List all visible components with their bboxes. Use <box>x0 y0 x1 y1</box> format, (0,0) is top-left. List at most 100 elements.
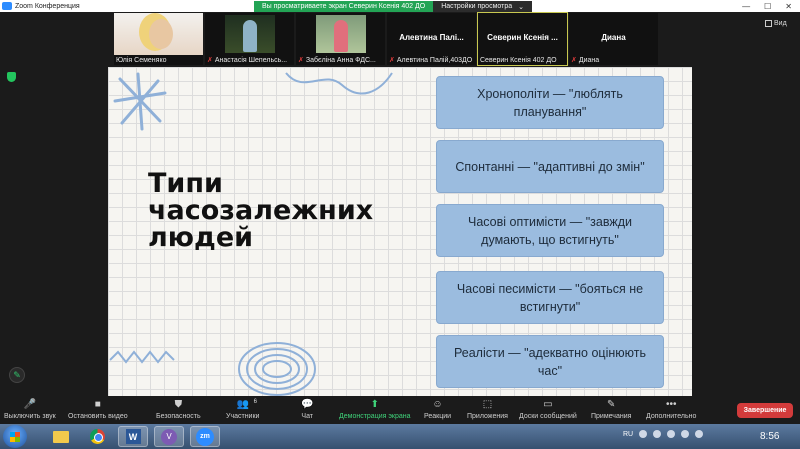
type-card: Спонтанні — "адаптивні до змін" <box>436 140 664 193</box>
close-icon[interactable]: ✕ <box>785 2 792 11</box>
mute-button[interactable]: 🎤 Выключить звук <box>4 397 56 424</box>
microphone-icon: 🎤 <box>23 399 37 410</box>
video-camera-icon: ■ <box>94 399 101 410</box>
share-screen-label: Демонстрация экрана <box>339 413 411 420</box>
type-card: Часові оптимісти — "завжди думають, що в… <box>436 204 664 257</box>
tray-app-icon[interactable] <box>653 430 662 438</box>
participant-video <box>316 15 366 53</box>
mic-muted-icon: ✗ <box>207 57 213 64</box>
participant-tile[interactable]: Диана ✗ Диана <box>569 13 658 65</box>
squiggle-decoration <box>285 72 393 95</box>
type-card: Реалісти — "адекватно оцінюють час" <box>436 335 664 388</box>
participants-label: Участники <box>226 413 260 420</box>
taskbar-viber[interactable]: V <box>154 426 184 447</box>
apps-label: Приложения <box>467 413 508 420</box>
encryption-shield-icon[interactable] <box>7 72 16 82</box>
participant-tile-active-speaker[interactable]: Северин Ксенія ... Северин Ксенія 402 ДО <box>477 12 568 66</box>
chrome-icon <box>89 429 105 444</box>
chat-label: Чат <box>301 413 314 420</box>
help-icon[interactable] <box>639 430 648 438</box>
participant-tile[interactable]: ✗ Забєліна Анна ФДС... <box>296 13 385 65</box>
share-screen-button[interactable]: ⬆ Демонстрация экрана <box>339 397 411 424</box>
participant-video <box>225 15 275 53</box>
security-button[interactable]: ⛊ Безопасность <box>156 397 201 424</box>
slide-title-line: людей <box>148 222 254 253</box>
minimize-icon[interactable]: — <box>742 2 750 11</box>
system-tray: RU <box>623 430 704 438</box>
participant-name: Северин Ксенія 402 ДО <box>480 57 557 64</box>
word-icon: W <box>125 429 141 444</box>
participants-button[interactable]: 👥 6 Участники <box>226 397 259 424</box>
whiteboards-button[interactable]: ▭ Доски сообщений <box>519 397 577 424</box>
annotate-pencil-icon[interactable]: ✎ <box>9 367 25 383</box>
participant-name: ✗ Диана <box>571 56 600 65</box>
whiteboard-icon: ▭ <box>543 399 553 410</box>
slide-title-line: Типи <box>148 168 223 199</box>
share-screen-icon: ⬆ <box>370 399 379 410</box>
notes-icon: ✎ <box>607 399 616 410</box>
taskbar-explorer[interactable] <box>46 426 76 447</box>
participants-icon: 👥 6 <box>237 397 257 410</box>
participants-count: 6 <box>253 399 257 405</box>
zigzag-decoration <box>109 350 175 364</box>
volume-icon[interactable] <box>695 430 704 438</box>
participant-name: ✗ Забєліна Анна ФДС... <box>298 56 376 65</box>
taskbar-clock[interactable]: 8:56 <box>760 431 779 442</box>
participant-tile[interactable]: Юлія Семеняко <box>114 13 203 65</box>
reactions-label: Реакции <box>424 413 452 420</box>
meeting-toolbar: 🎤 Выключить звук ■ Остановить видео ⛊ Бе… <box>0 397 800 424</box>
participant-tile[interactable]: Алевтина Палі... ✗ Алевтина Палій,403ДО <box>387 13 476 65</box>
folder-icon <box>53 430 69 443</box>
view-options-button[interactable]: Настройки просмотра ⌄ <box>433 1 532 12</box>
taskbar-zoom[interactable]: zm <box>190 426 220 447</box>
network-icon[interactable] <box>681 430 690 438</box>
zoom-icon: zm <box>196 427 214 446</box>
windows-taskbar: W V zm RU 8:56 <box>0 424 800 449</box>
window-controls: — ☐ ✕ <box>742 2 792 11</box>
more-button[interactable]: ••• Дополнительно <box>646 397 696 424</box>
more-dots-icon: ••• <box>665 399 677 410</box>
grid-icon <box>765 20 772 27</box>
view-options-label: Настройки просмотра <box>441 3 513 10</box>
taskbar-chrome[interactable] <box>82 426 112 447</box>
zoom-window: Zoom Конференция — ☐ ✕ Вы просматриваете… <box>0 0 800 449</box>
participant-name: ✗ Алевтина Палій,403ДО <box>389 56 473 65</box>
windows-logo-icon <box>10 432 20 442</box>
language-indicator[interactable]: RU <box>623 431 633 438</box>
viber-icon: V <box>161 428 177 445</box>
participant-display-name: Диана <box>601 33 626 42</box>
stop-video-button[interactable]: ■ Остановить видео <box>68 397 128 424</box>
participant-name: ✗ Анастасія Шепельсь... <box>207 56 288 65</box>
star-doodle-decoration <box>113 72 167 131</box>
reactions-button[interactable]: ☺ Реакции <box>424 397 451 424</box>
whiteboards-label: Доски сообщений <box>519 413 577 420</box>
stop-video-label: Остановить видео <box>68 413 128 420</box>
smiley-icon: ☺ <box>432 399 443 410</box>
notes-button[interactable]: ✎ Примечания <box>591 397 631 424</box>
chat-bubble-icon: 💬 <box>301 399 314 410</box>
participant-tile[interactable]: ✗ Анастасія Шепельсь... <box>205 13 294 65</box>
apps-button[interactable]: ⬚ Приложения <box>467 397 508 424</box>
view-button-label: Вид <box>774 20 787 27</box>
security-label: Безопасность <box>156 413 201 420</box>
share-banner-message: Вы просматриваете экран Северин Ксенія 4… <box>254 1 434 12</box>
apps-icon: ⬚ <box>482 399 493 410</box>
maximize-icon[interactable]: ☐ <box>764 2 771 11</box>
tray-app-icon[interactable] <box>667 430 676 438</box>
participant-name: Юлія Семеняко <box>116 57 167 64</box>
chat-button[interactable]: 💬 Чат <box>301 397 313 424</box>
taskbar-word[interactable]: W <box>118 426 148 447</box>
mic-muted-icon: ✗ <box>571 57 577 64</box>
view-button[interactable]: Вид <box>765 20 787 27</box>
scribble-decoration <box>238 342 316 396</box>
more-label: Дополнительно <box>646 413 697 420</box>
participant-display-name: Северин Ксенія ... <box>487 33 558 42</box>
mic-muted-icon: ✗ <box>298 57 304 64</box>
end-meeting-button[interactable]: Завершение <box>737 403 793 418</box>
zoom-app-icon <box>2 2 12 10</box>
mic-muted-icon: ✗ <box>389 57 395 64</box>
share-banner: Вы просматриваете экран Северин Ксенія 4… <box>254 1 532 12</box>
chevron-down-icon: ⌄ <box>518 3 524 11</box>
type-card: Часові песимісти — "бояться не встигнути… <box>436 271 664 324</box>
start-button[interactable] <box>3 425 27 448</box>
